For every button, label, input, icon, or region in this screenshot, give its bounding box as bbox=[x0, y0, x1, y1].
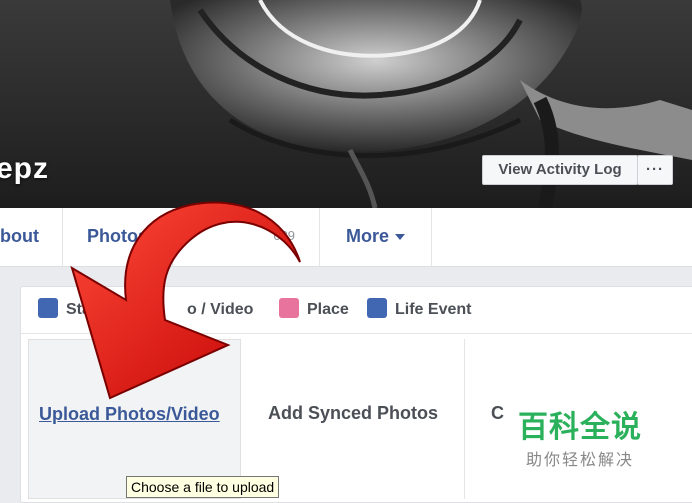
chevron-down-icon bbox=[395, 234, 405, 241]
composer: Sta o / Video Place Life Event Upload Ph… bbox=[20, 286, 692, 503]
tab-more-label: More bbox=[345, 226, 389, 246]
more-options-button[interactable]: ··· bbox=[637, 155, 673, 185]
flag-icon bbox=[367, 297, 387, 318]
create-album-label: C bbox=[491, 403, 504, 423]
tab-status[interactable]: Sta bbox=[38, 287, 91, 333]
watermark-subtitle: 助你轻松解决 bbox=[525, 452, 634, 469]
tab-place[interactable]: Place bbox=[279, 287, 349, 333]
upload-photos-video-option[interactable]: Upload Photos/Video bbox=[28, 339, 241, 499]
upload-photos-video-link[interactable]: Upload Photos/Video bbox=[39, 404, 220, 425]
tab-photo-video-label: o / Video bbox=[187, 301, 254, 318]
tab-place-label: Place bbox=[307, 301, 349, 318]
tab-about[interactable]: bout bbox=[0, 208, 63, 266]
profile-name[interactable]: epz bbox=[0, 152, 49, 186]
map-pin-icon bbox=[279, 297, 299, 318]
tab-status-label: Sta bbox=[66, 301, 91, 318]
tab-photos[interactable]: Photos bbox=[63, 208, 173, 266]
tab-photo-video[interactable]: o / Video bbox=[187, 287, 253, 333]
tab-life-event-label: Life Event bbox=[395, 301, 472, 318]
watermark: 百科全说 助你轻松解决 bbox=[516, 402, 644, 470]
add-synced-photos-option[interactable]: Add Synced Photos bbox=[251, 339, 465, 499]
tab-friends[interactable]: 689 bbox=[173, 208, 320, 266]
view-activity-log-button[interactable]: View Activity Log bbox=[482, 155, 638, 185]
pencil-icon bbox=[38, 297, 58, 318]
watermark-title: 百科全说 bbox=[518, 411, 642, 444]
composer-tabs: Sta o / Video Place Life Event bbox=[21, 287, 692, 334]
profile-nav: bout Photos 689 More bbox=[0, 208, 692, 267]
tab-life-event[interactable]: Life Event bbox=[367, 287, 471, 333]
add-synced-photos-label: Add Synced Photos bbox=[268, 403, 439, 423]
friends-count: 689 bbox=[273, 228, 295, 243]
tab-more[interactable]: More bbox=[320, 208, 432, 266]
